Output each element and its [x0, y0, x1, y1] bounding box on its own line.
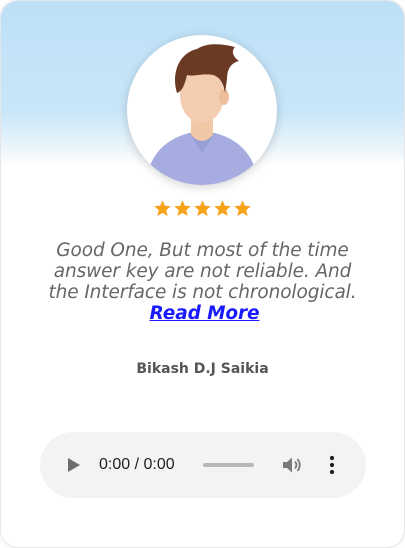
star-icon [234, 200, 251, 216]
avatar-icon [145, 44, 259, 185]
avatar [127, 35, 277, 185]
star-icon [174, 200, 191, 216]
more-vertical-icon[interactable] [327, 454, 337, 476]
review-body: Good One, But most of the time answer ke… [48, 240, 357, 303]
star-icon [214, 200, 231, 216]
testimonial-card: Good One, But most of the time answer ke… [0, 0, 405, 548]
star-icon [154, 200, 171, 216]
play-icon[interactable] [67, 457, 81, 473]
rating-stars [1, 199, 404, 218]
progress-slider[interactable] [203, 463, 254, 467]
time-display: 0:00 / 0:00 [99, 456, 175, 473]
read-more-link[interactable]: Read More [150, 303, 260, 324]
volume-icon[interactable] [281, 455, 303, 475]
author-name: Bikash D.J Saikia [136, 361, 269, 377]
star-icon [194, 200, 211, 216]
audio-player: 0:00 / 0:00 [40, 432, 366, 498]
review-text: Good One, But most of the time answer ke… [41, 240, 364, 324]
